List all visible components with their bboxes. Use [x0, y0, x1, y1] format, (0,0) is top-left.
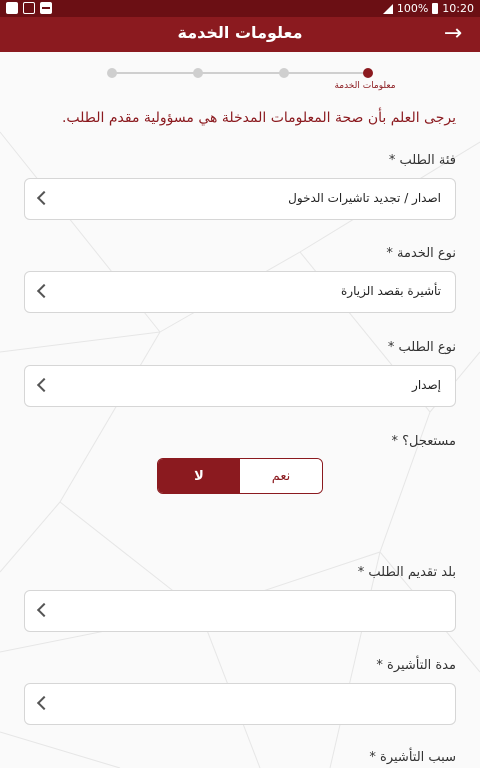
progress-stepper: معلومات الخدمة	[0, 52, 480, 102]
notification-icons	[6, 2, 52, 14]
step-1-label: معلومات الخدمة	[334, 81, 396, 91]
battery-percent: 100%	[396, 2, 429, 15]
service-type-value: تأشيرة بقصد الزيارة	[340, 284, 441, 298]
arrow-right-icon[interactable]: →	[440, 20, 466, 48]
visa-duration-label: مدة التأشيرة *	[376, 658, 456, 673]
urgent-toggle: لا نعم	[157, 458, 323, 494]
service-type-select[interactable]: تأشيرة بقصد الزيارة	[24, 271, 456, 313]
app-notification-icon	[6, 2, 18, 14]
service-type-label: نوع الخدمة *	[386, 246, 456, 261]
urgent-label: مستعجل؟ *	[391, 434, 456, 449]
urgent-yes-button[interactable]: نعم	[240, 459, 322, 493]
submit-country-label: بلد تقديم الطلب *	[357, 565, 456, 580]
app-bar: معلومات الخدمة →	[0, 17, 480, 52]
signal-icon	[382, 3, 393, 14]
chevron-left-icon	[36, 283, 52, 299]
notice-text: يرجى العلم بأن صحة المعلومات المدخلة هي …	[61, 110, 456, 126]
request-type-select[interactable]: إصدار	[24, 365, 456, 407]
step-1-dot	[363, 68, 373, 78]
step-2-dot	[279, 68, 289, 78]
chevron-left-icon	[36, 602, 52, 618]
visa-reason-label: سبب التأشيرة *	[369, 750, 456, 765]
screenshot-icon	[23, 2, 35, 14]
stepper-line	[114, 72, 368, 74]
battery-icon	[432, 3, 439, 14]
page-title: معلومات الخدمة	[177, 23, 303, 42]
request-category-select[interactable]: اصدار / تجديد تاشيرات الدخول	[24, 178, 456, 220]
gallery-icon	[40, 2, 52, 14]
status-bar: 100% 10:20	[0, 0, 480, 17]
chevron-left-icon	[36, 695, 52, 711]
request-category-value: اصدار / تجديد تاشيرات الدخول	[288, 191, 441, 205]
urgent-no-button[interactable]: لا	[158, 459, 240, 493]
step-3-dot	[193, 68, 203, 78]
chevron-left-icon	[36, 377, 52, 393]
chevron-left-icon	[36, 190, 52, 206]
step-4-dot	[107, 68, 117, 78]
request-type-label: نوع الطلب *	[387, 340, 456, 355]
submit-country-select[interactable]	[24, 590, 456, 632]
request-category-label: فئة الطلب *	[388, 153, 456, 168]
clock: 10:20	[442, 2, 474, 15]
visa-duration-select[interactable]	[24, 683, 456, 725]
request-type-value: إصدار	[412, 378, 441, 392]
